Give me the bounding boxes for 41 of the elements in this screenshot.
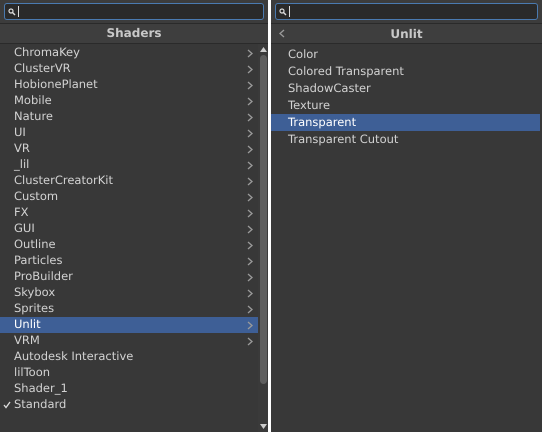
menu-item[interactable]: Particles <box>0 253 258 269</box>
menu-item[interactable]: Texture <box>271 97 540 114</box>
menu-item[interactable]: Custom <box>0 189 258 205</box>
search-field[interactable] <box>275 3 538 20</box>
search-field[interactable] <box>4 3 264 20</box>
menu-item[interactable]: ClusterVR <box>0 61 258 77</box>
menu-item[interactable]: ShadowCaster <box>271 80 540 97</box>
menu-item[interactable]: FX <box>0 205 258 221</box>
scrollbar-thumb[interactable] <box>260 55 266 384</box>
menu-item[interactable]: Standard <box>0 397 258 413</box>
menu-item[interactable]: ProBuilder <box>0 269 258 285</box>
menu-item[interactable]: Colored Transparent <box>271 63 540 80</box>
menu-item[interactable]: Color <box>271 46 540 63</box>
menu-item[interactable]: Mobile <box>0 93 258 109</box>
back-chevron-icon <box>279 29 285 38</box>
scrollbar[interactable] <box>258 44 268 432</box>
menu-item[interactable]: Transparent Cutout <box>271 131 540 148</box>
menu-item[interactable]: lilToon <box>0 365 258 381</box>
menu-item[interactable]: Sprites <box>0 301 258 317</box>
scroll-up-arrow-icon[interactable] <box>260 47 266 52</box>
menu-item[interactable]: VRM <box>0 333 258 349</box>
menu-item[interactable]: HobionePlanet <box>0 77 258 93</box>
menu-header: Shaders <box>0 23 268 44</box>
menu-item[interactable]: Unlit <box>0 317 258 333</box>
menu-item[interactable]: VR <box>0 141 258 157</box>
menu-item[interactable]: UI <box>0 125 258 141</box>
menu-item[interactable]: Outline <box>0 237 258 253</box>
menu-item[interactable]: Shader_1 <box>0 381 258 397</box>
search-icon <box>8 8 16 16</box>
scroll-down-arrow-icon[interactable] <box>260 424 266 429</box>
menu-item[interactable]: ClusterCreatorKit <box>0 173 258 189</box>
menu-item[interactable]: Nature <box>0 109 258 125</box>
checkmark-icon <box>3 401 11 409</box>
menu-item[interactable]: GUI <box>0 221 258 237</box>
search-icon <box>279 8 287 16</box>
menu-header: Unlit <box>271 23 542 44</box>
menu-item[interactable]: _lil <box>0 157 258 173</box>
menu-item[interactable]: ChromaKey <box>0 45 258 61</box>
menu-item[interactable]: Skybox <box>0 285 258 301</box>
menu-item[interactable]: Transparent <box>271 114 540 131</box>
menu-item[interactable]: Autodesk Interactive <box>0 349 258 365</box>
